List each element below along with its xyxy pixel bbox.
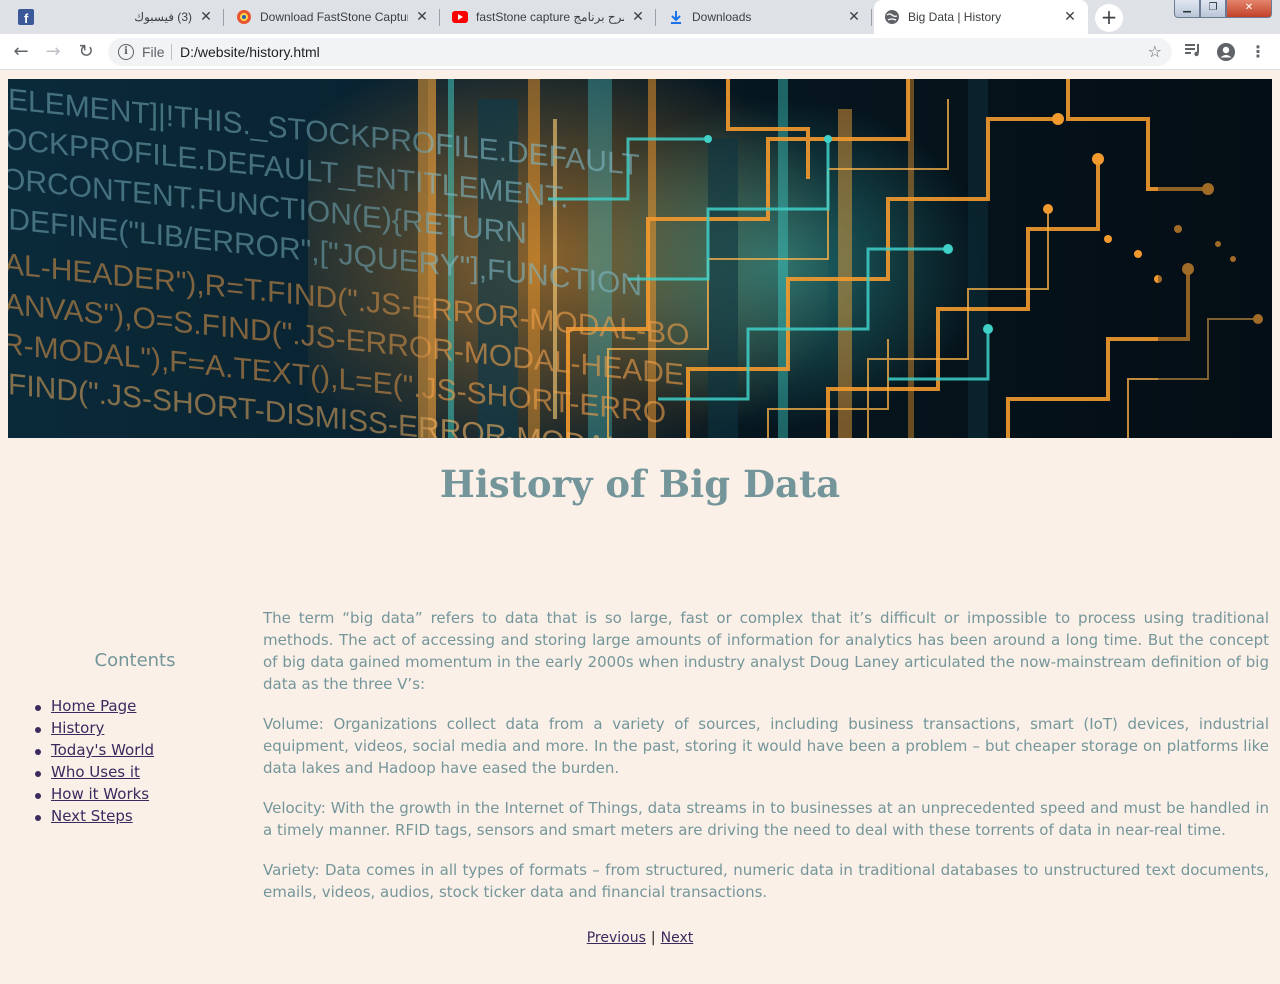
web-page: ELEMENT]|!THIS._STOCKPROFILE.DEFAULT OCK… (0, 70, 1280, 984)
nav-link-next-steps[interactable]: Next Steps (51, 807, 133, 825)
velocity-paragraph: Velocity: With the growth in the Interne… (263, 799, 1269, 839)
list-item: History (35, 719, 250, 741)
minimize-button[interactable]: ▁ (1174, 0, 1200, 18)
globe-icon (884, 9, 900, 25)
faststone-icon (236, 9, 252, 25)
new-tab-button[interactable]: + (1095, 4, 1123, 32)
download-icon (668, 9, 684, 25)
hero-banner-image: ELEMENT]|!THIS._STOCKPROFILE.DEFAULT OCK… (8, 79, 1272, 438)
close-tab-icon[interactable]: ✕ (198, 9, 214, 25)
profile-icon[interactable] (1216, 42, 1236, 62)
tab-strip: f (3) فيسبوك ✕ Download FastStone Captur… (0, 0, 1280, 34)
facebook-icon: f (18, 9, 34, 25)
youtube-icon (452, 9, 468, 25)
bookmark-star-icon[interactable]: ☆ (1148, 42, 1162, 61)
info-icon[interactable]: i (118, 44, 134, 60)
tab-title: Downloads (692, 10, 752, 24)
back-icon[interactable]: ← (9, 40, 33, 64)
tab-title: fastStone capture شرح برنامج (476, 10, 624, 24)
list-item: Home Page (35, 697, 250, 719)
window-controls: ▁ ❐ ✕ (1174, 0, 1272, 18)
list-item: How it Works (35, 785, 250, 807)
browser-toolbar: ← → ↻ i File D:/website/history.html ☆ ⋮ (0, 34, 1280, 70)
nav-link-todays-world[interactable]: Today's World (51, 741, 154, 759)
close-tab-icon[interactable]: ✕ (1062, 9, 1078, 25)
page-title: History of Big Data (439, 462, 841, 506)
reload-icon[interactable]: ↻ (74, 40, 98, 64)
intro-paragraph: The term “big data” refers to data that … (263, 609, 1269, 693)
contents-sidebar: Contents Home Page History Today's World… (0, 650, 250, 829)
close-tab-icon[interactable]: ✕ (846, 9, 862, 25)
article-content: The term “big data” refers to data that … (263, 607, 1269, 921)
url-scheme: File (142, 44, 165, 60)
tab-title: Big Data | History (908, 10, 1002, 24)
close-tab-icon[interactable]: ✕ (414, 9, 430, 25)
variety-paragraph: Variety: Data comes in all types of form… (263, 861, 1269, 901)
volume-paragraph: Volume: Organizations collect data from … (263, 715, 1269, 777)
tab-downloads[interactable]: Downloads ✕ (658, 0, 872, 34)
tab-title: Download FastStone Capture (260, 10, 408, 24)
pager-separator: | (650, 930, 656, 946)
svg-text:f: f (24, 11, 29, 25)
list-item: Next Steps (35, 807, 250, 829)
nav-link-how-it-works[interactable]: How it Works (51, 785, 149, 803)
contents-list: Home Page History Today's World Who Uses… (0, 697, 250, 829)
contents-heading: Contents (94, 650, 176, 671)
tab-title: (3) فيسبوك (134, 10, 192, 24)
tab-faststone-download[interactable]: Download FastStone Capture ✕ (226, 0, 440, 34)
address-divider (171, 44, 172, 60)
list-item: Today's World (35, 741, 250, 763)
previous-link[interactable]: Previous (587, 930, 646, 946)
close-window-button[interactable]: ✕ (1226, 0, 1272, 18)
tab-big-data-history[interactable]: Big Data | History ✕ (874, 0, 1088, 34)
forward-icon[interactable]: → (41, 40, 65, 64)
media-queue-icon[interactable] (1183, 42, 1203, 62)
nav-link-home-page[interactable]: Home Page (51, 697, 136, 715)
nav-link-who-uses-it[interactable]: Who Uses it (51, 763, 140, 781)
more-menu-icon[interactable]: ⋮ (1248, 42, 1268, 62)
maximize-button[interactable]: ❐ (1200, 0, 1226, 18)
next-link[interactable]: Next (661, 930, 694, 946)
nav-link-history[interactable]: History (51, 719, 104, 737)
url-text[interactable]: D:/website/history.html (180, 44, 320, 60)
pagination: Previous | Next (0, 930, 1280, 946)
address-bar[interactable]: i File D:/website/history.html ☆ (108, 38, 1172, 66)
tab-youtube[interactable]: fastStone capture شرح برنامج ✕ (442, 0, 656, 34)
close-tab-icon[interactable]: ✕ (630, 9, 646, 25)
tab-facebook[interactable]: f (3) فيسبوك ✕ (8, 0, 224, 34)
list-item: Who Uses it (35, 763, 250, 785)
